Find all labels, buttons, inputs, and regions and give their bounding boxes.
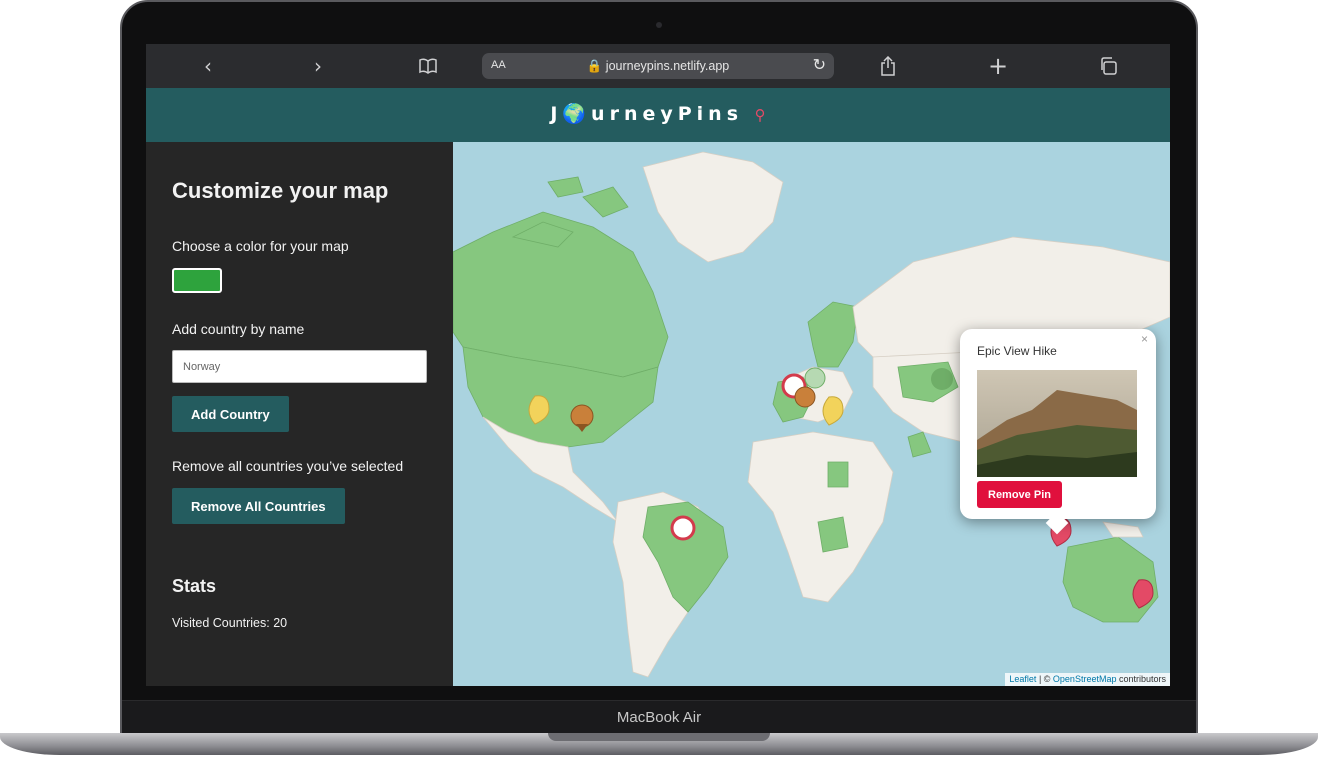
url-text: journeypins.netlify.app: [605, 59, 730, 73]
greenland: [642, 151, 784, 263]
map-marker[interactable]: [822, 396, 844, 426]
device-label: MacBook Air: [616, 709, 702, 726]
laptop-chin: MacBook Air: [122, 700, 1196, 735]
remove-label: Remove all countries you’ve selected: [172, 458, 404, 474]
africa-visited-1: [827, 461, 849, 488]
add-country-button[interactable]: Add Country: [172, 396, 289, 432]
color-label: Choose a color for your map: [172, 238, 349, 254]
scandinavia: [807, 301, 859, 368]
bookmarks-icon[interactable]: [414, 52, 442, 80]
map-marker[interactable]: [670, 515, 696, 541]
map-pin-icon: ⚲: [754, 106, 766, 124]
world-map[interactable]: Epic View Hike × Remove Pin Leaflet | © …: [453, 142, 1170, 686]
remove-pin-button[interactable]: Remove Pin: [977, 481, 1062, 508]
middle-east-visited: [907, 431, 932, 458]
laptop-notch: [548, 733, 770, 741]
address-bar[interactable]: AA 🔒 journeypins.netlify.app ↻: [482, 53, 834, 79]
stats-title: Stats: [172, 576, 217, 596]
popup-title: Epic View Hike: [977, 344, 1057, 358]
africa-visited-2: [817, 516, 849, 553]
country-input[interactable]: [172, 350, 427, 383]
lock-icon: 🔒: [586, 59, 603, 73]
popup-close-button[interactable]: ×: [1141, 332, 1148, 346]
africa: [747, 431, 894, 603]
back-icon[interactable]: ‹: [194, 52, 222, 80]
sidebar-title: Customize your map: [172, 178, 389, 203]
map-marker[interactable]: [931, 368, 953, 390]
marker-popup: Epic View Hike × Remove Pin: [960, 329, 1156, 535]
reload-icon[interactable]: ↻: [813, 55, 826, 75]
map-attribution: Leaflet | © OpenStreetMap contributors: [1005, 673, 1170, 686]
new-tab-icon[interactable]: +: [984, 52, 1012, 80]
app-logo[interactable]: J🌍urneyPins ⚲: [146, 102, 1170, 125]
popup-photo: [977, 370, 1137, 477]
osm-link[interactable]: OpenStreetMap: [1053, 674, 1117, 684]
tabs-icon[interactable]: [1094, 52, 1122, 80]
map-marker[interactable]: [794, 386, 816, 408]
camera: [656, 22, 662, 28]
app-header: J🌍urneyPins ⚲: [146, 88, 1170, 142]
sidebar: Customize your map Choose a color for yo…: [146, 142, 453, 686]
browser-toolbar: ‹ › AA 🔒 journeypins.netlify.app ↻ +: [146, 44, 1170, 88]
map-marker[interactable]: [804, 367, 826, 389]
add-country-label: Add country by name: [172, 321, 305, 337]
leaflet-link[interactable]: Leaflet: [1009, 674, 1036, 684]
share-icon[interactable]: [874, 52, 902, 80]
screen: ‹ › AA 🔒 journeypins.netlify.app ↻ + J🌍u…: [146, 44, 1170, 686]
visited-countries-count: Visited Countries: 20: [172, 616, 288, 630]
new-guinea: [1102, 521, 1144, 538]
map-color-picker[interactable]: [172, 268, 222, 293]
remove-all-button[interactable]: Remove All Countries: [172, 488, 345, 524]
forward-icon[interactable]: ›: [304, 52, 332, 80]
